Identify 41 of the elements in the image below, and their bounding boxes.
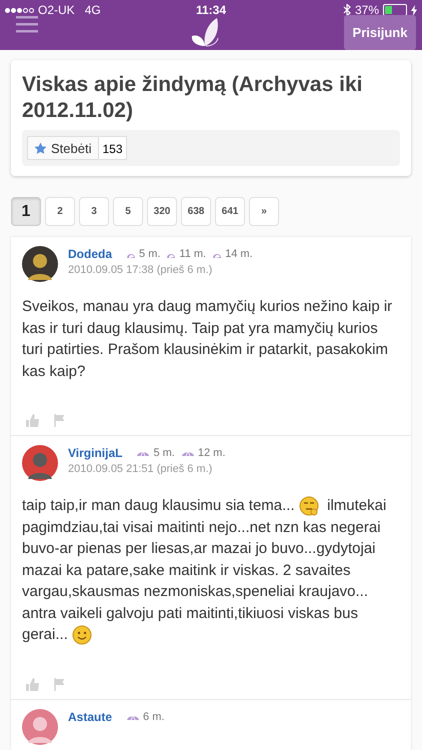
battery-percent: 37%: [354, 3, 379, 17]
star-icon: [34, 142, 47, 154]
flag-icon[interactable]: [54, 414, 65, 427]
page-button[interactable]: 641: [215, 197, 245, 226]
post-text: taip taip,ir man daug klausimu sia tema... ilmutekai pagimdziau,tai visai maitinti nejo...net nzn kas negerai buvo-ar pienas per liesas,ar mazai jo buvo...gydytojai mazai ka patare,sake maitink ir viskas. 2 savaites vargau,skausmas nezmoniskas,speneliai kraujavo... antra vaikeli galvoju pati maitinti,tikiuosi viskas bus gerai...: [22, 495, 400, 646]
thumbs-up-icon[interactable]: [26, 414, 40, 427]
post-date: 2010.09.05 21:51 (prieš 6 m.): [68, 463, 214, 475]
page-button[interactable]: 1: [11, 197, 41, 226]
avatar[interactable]: [22, 445, 58, 481]
author-link[interactable]: Astaute: [68, 710, 112, 724]
child-age: 11 m.: [179, 248, 206, 260]
signal-icon: [5, 8, 34, 12]
page-button[interactable]: 5: [113, 197, 143, 226]
bluetooth-icon: [342, 4, 351, 16]
page-button[interactable]: 320: [147, 197, 177, 226]
clock-time: 11:34: [196, 3, 226, 17]
post-date: 2010.09.05 17:38 (prieš 6 m.): [68, 264, 214, 276]
smiley-icon: [72, 625, 92, 646]
login-button[interactable]: Prisijunk: [344, 15, 416, 50]
carrier-name: O2-UK: [38, 3, 75, 17]
topic-title: Viskas apie žindymą (Archyvas iki 2012.11.02): [22, 72, 364, 124]
child-age: 5 m.: [139, 248, 160, 260]
post-text: Sveikos, manau yra daug mamyčių kurios nežino kaip ir kas ir turi daug klausimų. Taip pat yra mamyčių kurios turi patirties. Prašom klausinėkim ir patarkit, pasakokim kas kaip?: [22, 297, 394, 382]
page-button[interactable]: 2: [45, 197, 75, 226]
author-link[interactable]: Dodeda: [68, 247, 112, 261]
page-button[interactable]: 3: [79, 197, 109, 226]
author-link[interactable]: VirginijaL: [68, 446, 122, 460]
child-age: 5 m.: [153, 447, 175, 459]
child-age: 6 m.: [143, 710, 164, 722]
page-button[interactable]: 638: [181, 197, 211, 226]
follower-count: 153: [99, 136, 127, 160]
thumbs-up-icon[interactable]: [26, 678, 40, 690]
menu-icon[interactable]: [16, 15, 38, 33]
network-type: 4G: [84, 3, 101, 17]
flag-icon[interactable]: [54, 678, 65, 690]
page-button[interactable]: »: [249, 197, 279, 226]
thinking-emoji-icon: [298, 496, 319, 516]
avatar[interactable]: [22, 246, 58, 282]
child-age: 12 m.: [198, 447, 226, 459]
child-age: 14 m.: [225, 248, 253, 260]
follow-button[interactable]: Stebėti: [27, 136, 100, 160]
